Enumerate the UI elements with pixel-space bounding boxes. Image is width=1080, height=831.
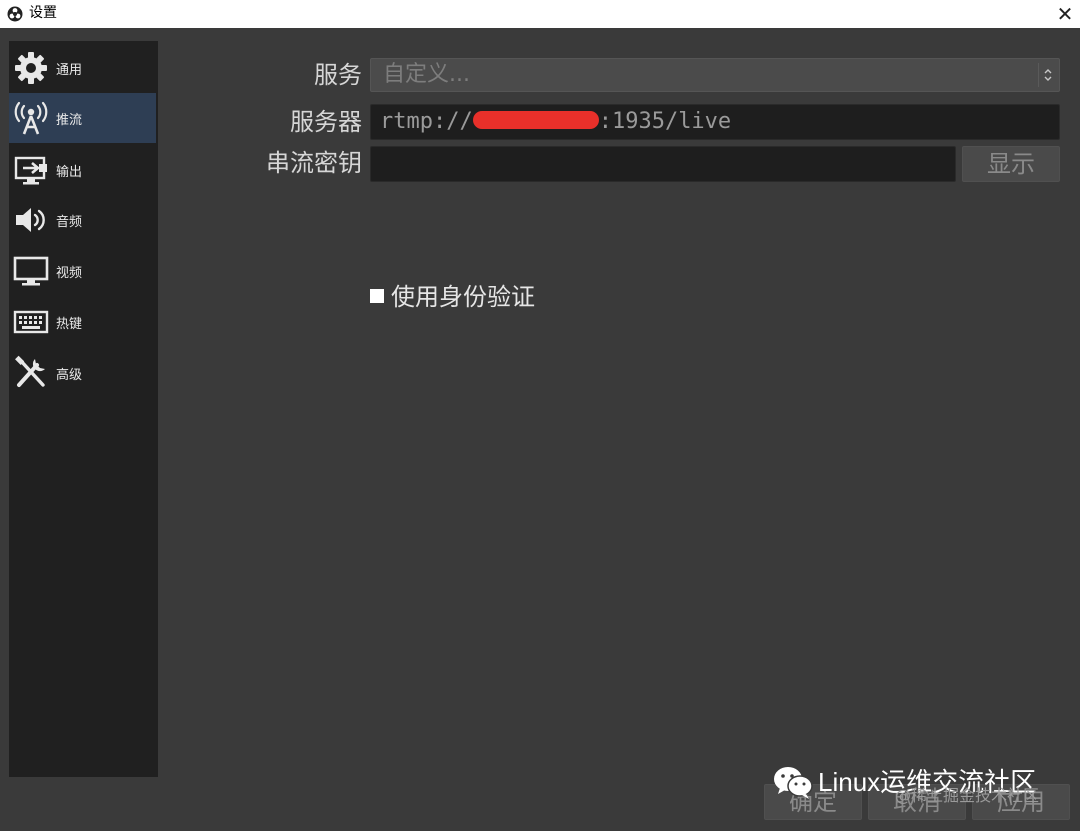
title-bar: 设置 ✕: [0, 0, 1080, 28]
up-down-arrows-icon: [1038, 63, 1056, 87]
use-auth-label: 使用身份验证: [391, 283, 535, 311]
sidebar-item-output[interactable]: 输出: [9, 145, 156, 195]
redaction-mark: [472, 111, 599, 129]
sidebar-item-advanced[interactable]: 高级: [9, 348, 156, 398]
sidebar-item-label: 推流: [56, 112, 83, 128]
close-button[interactable]: ✕: [1050, 0, 1080, 28]
server-url-suffix: :1935/live: [598, 109, 732, 134]
wechat-icon: [774, 767, 813, 799]
monitor-icon: [11, 251, 51, 291]
service-label: 服务: [314, 61, 362, 89]
sidebar-item-label: 热键: [56, 316, 83, 332]
window-title: 设置: [29, 5, 57, 21]
server-url-prefix: rtmp://: [380, 109, 473, 134]
close-icon: ✕: [1056, 2, 1074, 26]
sidebar-item-video[interactable]: 视频: [9, 246, 156, 296]
output-monitor-icon: [11, 150, 51, 190]
obs-logo-icon: [7, 6, 23, 22]
watermark-subtext: @稀土掘金技术社区: [895, 786, 1040, 805]
show-key-button[interactable]: 显示: [962, 146, 1060, 182]
service-select[interactable]: 自定义...: [370, 58, 1060, 92]
stream-key-input[interactable]: [370, 146, 956, 182]
sidebar-item-label: 视频: [56, 265, 83, 281]
broadcast-antenna-icon: [11, 98, 51, 138]
sidebar-item-label: 音频: [56, 214, 83, 230]
gear-icon: [11, 48, 51, 88]
sidebar-item-audio[interactable]: 音频: [9, 195, 156, 245]
sidebar-item-label: 通用: [56, 62, 83, 78]
stream-key-label: 串流密钥: [266, 149, 362, 177]
service-select-value: 自定义...: [383, 62, 470, 87]
settings-sidebar: 通用 推流 输出 音频 视频 热键 高级: [9, 41, 158, 777]
sidebar-item-stream[interactable]: 推流: [9, 93, 156, 143]
tools-icon: [11, 353, 51, 393]
keyboard-icon: [11, 302, 51, 342]
sidebar-item-hotkeys[interactable]: 热键: [9, 297, 156, 347]
speaker-icon: [11, 200, 51, 240]
server-input[interactable]: rtmp:// :1935/live: [370, 104, 1060, 140]
sidebar-item-label: 高级: [56, 367, 83, 383]
use-auth-checkbox[interactable]: [370, 289, 384, 303]
sidebar-item-label: 输出: [56, 164, 83, 180]
server-label: 服务器: [290, 108, 362, 136]
sidebar-item-general[interactable]: 通用: [9, 43, 156, 93]
